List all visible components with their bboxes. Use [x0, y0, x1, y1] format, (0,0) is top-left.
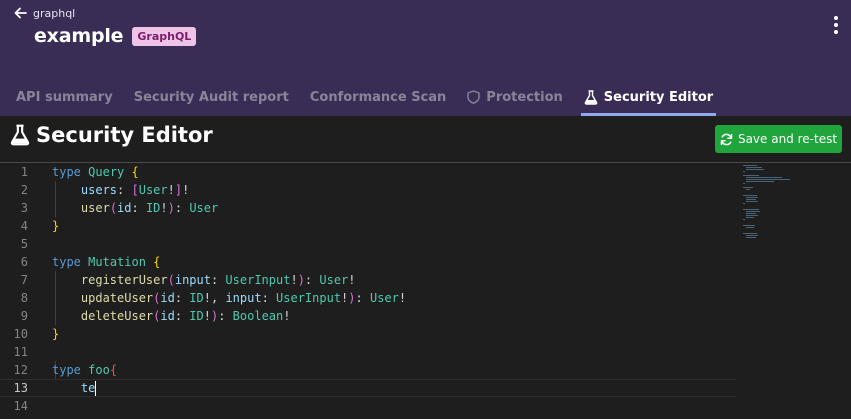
save-button-label: Save and re-test — [737, 132, 838, 146]
code-line: 5 — [20, 237, 28, 251]
tab-label: API summary — [16, 89, 113, 105]
tab-bar: API summary Security Audit report Confor… — [0, 78, 717, 116]
tab-label: Security Audit report — [133, 89, 289, 105]
code-line: 14 — [13, 399, 28, 413]
code-line: 6 type Mutation { — [20, 255, 161, 269]
tab-api-summary[interactable]: API summary — [16, 78, 113, 116]
more-options-icon[interactable] — [833, 16, 839, 34]
page-title: example — [34, 25, 124, 47]
flask-icon — [10, 124, 30, 146]
tab-label: Security Editor — [603, 89, 714, 105]
app-header: graphql example GraphQL API summary Secu… — [0, 0, 851, 116]
tab-label: Conformance Scan — [309, 89, 447, 105]
editor-title: Security Editor — [36, 123, 213, 147]
api-type-badge: GraphQL — [132, 26, 197, 46]
tab-security-audit-report[interactable]: Security Audit report — [134, 78, 289, 116]
code-text: deleteUser(id: ID!): Boolean! — [80, 309, 291, 323]
code-text: te — [80, 380, 97, 396]
code-text: registerUser(input: UserInput!): User! — [80, 273, 356, 287]
breadcrumb[interactable]: graphql — [33, 7, 75, 20]
code-line-current: 13 te — [0, 379, 736, 397]
code-line: 12 type foo{ — [13, 363, 118, 377]
code-line: 10 } — [13, 327, 60, 341]
shield-icon — [467, 90, 480, 104]
save-and-retest-button[interactable]: Save and re-test — [715, 125, 842, 153]
text-cursor — [95, 380, 97, 396]
tab-protection[interactable]: Protection — [467, 78, 563, 116]
code-line: 8 updateUser(id: ID!, input: UserInput!)… — [20, 291, 407, 305]
tab-security-editor[interactable]: Security Editor — [580, 78, 717, 116]
code-text: } — [52, 327, 60, 341]
vertical-scrollbar[interactable] — [844, 163, 851, 419]
code-editor[interactable]: 1 type Query { 2 users: [User!]! 3 user(… — [0, 163, 851, 419]
code-text: users: [User!]! — [80, 183, 190, 197]
code-line: 9 deleteUser(id: ID!): Boolean! — [20, 309, 291, 323]
code-line: 11 — [13, 345, 28, 359]
editor-header: Security Editor Save and re-test — [0, 116, 851, 162]
code-line: 7 registerUser(input: UserInput!): User! — [20, 273, 356, 287]
arrow-left-icon — [14, 7, 27, 19]
code-text: user(id: ID!): User — [80, 201, 219, 215]
code-line: 1 type Query { — [20, 165, 139, 179]
code-line: 2 users: [User!]! — [20, 183, 190, 197]
code-minimap[interactable] — [743, 163, 803, 263]
flask-icon — [584, 89, 598, 105]
code-text: } — [52, 219, 60, 233]
tab-conformance-scan[interactable]: Conformance Scan — [310, 78, 446, 116]
code-line: 3 user(id: ID!): User — [20, 201, 219, 215]
code-text: type foo{ — [52, 363, 118, 377]
code-line: 15 — [0, 415, 736, 419]
refresh-icon — [720, 133, 733, 145]
code-text: type Query { — [52, 165, 139, 179]
code-text: updateUser(id: ID!, input: UserInput!): … — [80, 291, 407, 305]
tab-label: Protection — [486, 89, 563, 105]
code-text: type Mutation { — [52, 255, 161, 269]
back-link[interactable]: graphql — [14, 6, 75, 20]
code-line: 4 } — [20, 219, 60, 233]
